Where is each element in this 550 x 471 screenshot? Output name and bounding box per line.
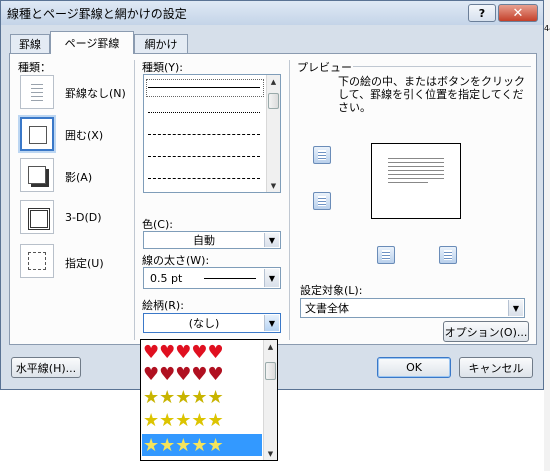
apply-to-label: 設定対象(L):	[300, 284, 363, 297]
bottom-border-button[interactable]	[313, 192, 331, 210]
preview-box[interactable]	[371, 143, 461, 219]
setting-3d-label[interactable]: 3-D(D)	[65, 211, 102, 224]
background-text: 44	[544, 24, 550, 33]
left-border-button[interactable]	[377, 246, 395, 264]
tab-shading[interactable]: 網かけ	[134, 34, 188, 53]
line-style-selection	[146, 79, 264, 97]
divider	[353, 66, 531, 67]
style-label: 種類(Y):	[142, 61, 184, 74]
right-border-button[interactable]	[439, 246, 457, 264]
divider	[134, 60, 135, 340]
art-dropdown-list[interactable]: ♥♥♥♥♥ ♥♥♥♥♥ ★★★★★ ★★★★★ ★★★★★ ▲ ▼	[140, 339, 278, 461]
width-value: 0.5 pt	[150, 271, 183, 285]
tab-page-border[interactable]: ページ罫線	[50, 31, 134, 54]
width-label: 線の太さ(W):	[142, 254, 210, 267]
scroll-up-icon[interactable]: ▲	[264, 340, 277, 353]
art-option-gold-stars[interactable]: ★★★★★	[143, 386, 224, 408]
color-label: 色(C):	[142, 218, 173, 231]
line-style-dashed[interactable]	[148, 156, 260, 157]
ok-button[interactable]: OK	[377, 357, 451, 378]
art-option-balloons[interactable]: ♥♥♥♥♥	[143, 363, 224, 385]
tab-panel: 種類： 罫線なし(N) 囲む(X) 影(A) 3-D(D) 指定(U) 種類(Y…	[9, 53, 537, 345]
divider	[289, 60, 290, 340]
balloon-icon: ♥♥♥♥♥	[143, 363, 224, 385]
line-style-dashed-small[interactable]	[148, 134, 260, 135]
scroll-down-icon[interactable]: ▼	[264, 447, 277, 460]
options-button[interactable]: オプション(O)...	[443, 321, 529, 342]
star-icon: ★★★★★	[143, 409, 224, 431]
art-label: 絵柄(R):	[142, 299, 184, 312]
scroll-thumb[interactable]	[265, 362, 276, 380]
color-value: 自動	[193, 234, 215, 247]
preview-label: プレビュー	[297, 61, 352, 74]
scroll-thumb[interactable]	[268, 93, 279, 109]
art-dropdown[interactable]: (なし) ▼	[143, 313, 281, 333]
apply-to-value: 文書全体	[305, 302, 349, 315]
setting-custom-label[interactable]: 指定(U)	[65, 255, 104, 271]
borders-and-shading-dialog: 線種とページ罫線と網かけの設定 ? ✕ 罫線 ページ罫線 網かけ 種類： 罫線な…	[0, 0, 544, 390]
cancel-button[interactable]: キャンセル	[459, 357, 533, 378]
art-scrollbar[interactable]: ▲ ▼	[263, 340, 277, 460]
setting-label: 種類：	[18, 61, 51, 74]
setting-box-icon[interactable]	[20, 117, 54, 151]
title-bar: 線種とページ罫線と網かけの設定 ? ✕	[1, 1, 543, 25]
setting-none-icon[interactable]	[20, 75, 54, 109]
chevron-down-icon[interactable]: ▼	[264, 269, 279, 287]
setting-shadow-icon[interactable]	[20, 158, 54, 192]
chevron-down-icon[interactable]: ▼	[264, 233, 279, 247]
scroll-up-icon[interactable]: ▲	[267, 75, 280, 88]
preview-instructions: 下の絵の中、またはボタンをクリックして、罫線を引く位置を指定してください。	[338, 75, 525, 114]
line-style-dash-dot[interactable]	[148, 178, 260, 179]
setting-3d-icon[interactable]	[20, 200, 54, 234]
background-window-edge	[544, 0, 550, 471]
line-style-dotted[interactable]	[148, 112, 260, 113]
setting-custom-icon[interactable]	[20, 244, 54, 278]
dialog-title: 線種とページ罫線と網かけの設定	[7, 7, 187, 21]
heart-icon: ♥♥♥♥♥	[143, 341, 224, 363]
art-option-outline-stars[interactable]: ★★★★★	[143, 434, 224, 456]
setting-shadow-label[interactable]: 影(A)	[65, 169, 92, 185]
chevron-down-icon[interactable]: ▼	[264, 315, 279, 331]
horizontal-line-button[interactable]: 水平線(H)...	[11, 357, 81, 378]
width-dropdown[interactable]: 0.5 pt ▼	[143, 267, 281, 289]
art-value: (なし)	[188, 317, 220, 330]
close-button[interactable]: ✕	[498, 4, 538, 22]
help-button[interactable]: ?	[468, 4, 496, 22]
chevron-down-icon[interactable]: ▼	[508, 300, 523, 316]
top-border-button[interactable]	[313, 146, 331, 164]
apply-to-dropdown[interactable]: 文書全体 ▼	[300, 298, 525, 318]
setting-box-label[interactable]: 囲む(X)	[65, 127, 103, 143]
art-option-stars[interactable]: ★★★★★	[143, 409, 224, 431]
star-icon: ★★★★★	[143, 434, 224, 456]
scroll-down-icon[interactable]: ▼	[267, 179, 280, 192]
width-line-sample	[204, 278, 256, 279]
tab-borders[interactable]: 罫線	[10, 34, 50, 53]
art-option-hearts[interactable]: ♥♥♥♥♥	[143, 341, 224, 363]
color-dropdown[interactable]: 自動 ▼	[143, 231, 281, 249]
star-icon: ★★★★★	[143, 386, 224, 408]
setting-none-label[interactable]: 罫線なし(N)	[65, 85, 126, 101]
line-style-scrollbar[interactable]: ▲ ▼	[266, 75, 280, 192]
line-style-list[interactable]: ▲ ▼	[143, 74, 281, 193]
